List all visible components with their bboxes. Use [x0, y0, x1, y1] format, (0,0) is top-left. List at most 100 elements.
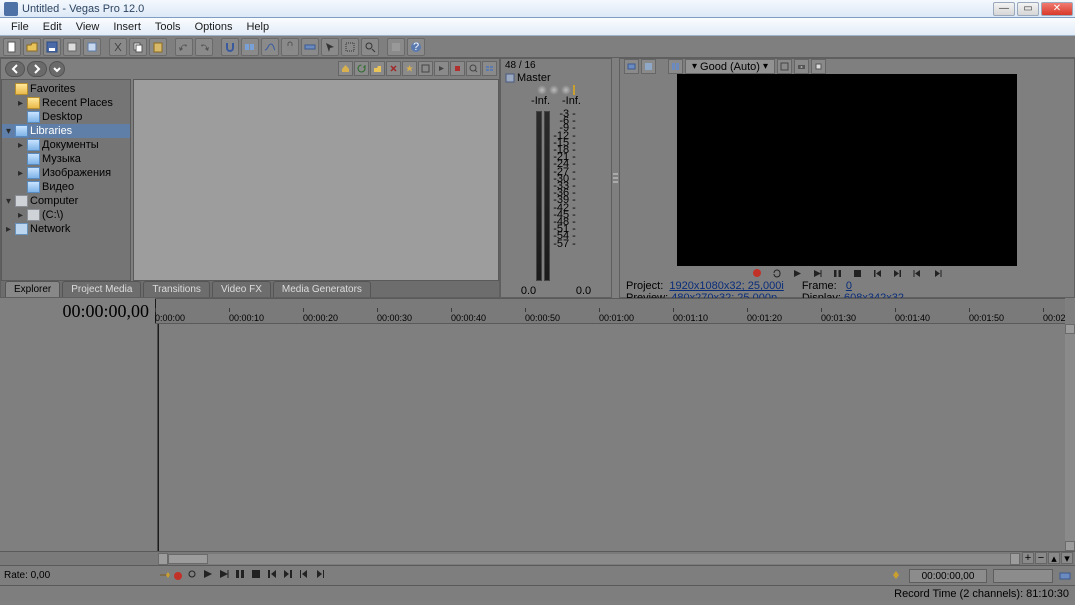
tree-item[interactable]: ▸Изображения [2, 166, 130, 180]
preview-ext-monitor-button[interactable] [624, 59, 639, 74]
tl-pause-button[interactable] [234, 568, 246, 583]
tree-item[interactable]: ▾Computer [2, 194, 130, 208]
tab-video-fx[interactable]: Video FX [212, 281, 271, 297]
render-as-button[interactable] [83, 38, 101, 56]
tree-item[interactable]: ▾Libraries [2, 124, 130, 138]
vertical-scrollbar[interactable] [1065, 324, 1075, 551]
maximize-button[interactable]: ▭ [1017, 2, 1039, 16]
auto-crossfade-button[interactable] [261, 38, 279, 56]
normal-edit-button[interactable] [321, 38, 339, 56]
mixer-dim-button[interactable] [561, 85, 571, 95]
mixer-solo-button[interactable] [549, 85, 559, 95]
preview-snapshot-button[interactable] [794, 59, 809, 74]
ignore-grouping-button[interactable] [301, 38, 319, 56]
tab-media-generators[interactable]: Media Generators [273, 281, 371, 297]
tl-go-end-button[interactable] [282, 568, 294, 583]
selection-edit-button[interactable] [341, 38, 359, 56]
preview-quality-combo[interactable]: ▾ Good (Auto) ▾ [685, 59, 775, 74]
home-button[interactable] [338, 61, 353, 76]
nav-history-button[interactable] [49, 61, 65, 77]
zoom-out-v-button[interactable]: ▾ [1061, 552, 1073, 564]
delete-button[interactable] [386, 61, 401, 76]
region-view-button[interactable] [466, 61, 481, 76]
nav-forward-button[interactable] [27, 61, 47, 77]
transport-timecode[interactable]: 00:00:00,00 [909, 569, 987, 583]
track-lane-area[interactable] [158, 324, 1065, 551]
preview-play-start-button[interactable] [790, 266, 804, 280]
preview-record-button[interactable] [750, 266, 764, 280]
view-button[interactable] [418, 61, 433, 76]
new-project-button[interactable] [3, 38, 21, 56]
save-button[interactable] [43, 38, 61, 56]
snap-button[interactable] [221, 38, 239, 56]
paste-button[interactable] [149, 38, 167, 56]
timeline-ruler[interactable]: 0:00:0000:00:1000:00:2000:00:3000:00:400… [155, 298, 1065, 324]
tool-1-button[interactable] [387, 38, 405, 56]
tree-item[interactable]: ▸(C:\) [2, 208, 130, 222]
preview-split-button[interactable] [668, 59, 683, 74]
nav-back-button[interactable] [5, 61, 25, 77]
preview-stop-button[interactable] [450, 61, 465, 76]
refresh-button[interactable] [354, 61, 369, 76]
preview-overlay-button[interactable] [777, 59, 792, 74]
preview-go-end-button[interactable] [890, 266, 904, 280]
zoom-out-h-button[interactable]: − [1035, 552, 1047, 564]
tree-item[interactable]: Видео [2, 180, 130, 194]
project-value[interactable]: 1920x1080x32; 25,000i [669, 280, 783, 292]
preview-stop-button[interactable] [850, 266, 864, 280]
tab-project-media[interactable]: Project Media [62, 281, 141, 297]
tab-explorer[interactable]: Explorer [5, 281, 60, 297]
scrub-control[interactable] [158, 570, 170, 582]
autoplay-button[interactable] [434, 61, 449, 76]
copy-button[interactable] [129, 38, 147, 56]
folder-tree[interactable]: Favorites▸Recent PlacesDesktop▾Libraries… [1, 79, 131, 281]
fit-zoom-button[interactable] [1059, 570, 1071, 582]
tl-next-frame-button[interactable] [314, 568, 326, 583]
tl-record-button[interactable] [174, 572, 182, 580]
help-button[interactable]: ? [407, 38, 425, 56]
file-list[interactable] [133, 79, 499, 281]
track-header-area[interactable] [0, 324, 158, 551]
transport-selection-start[interactable] [993, 569, 1053, 583]
tl-play-start-button[interactable] [202, 568, 214, 583]
zoom-in-h-button[interactable]: + [1022, 552, 1034, 564]
preview-prev-frame-button[interactable] [910, 266, 924, 280]
preview-loop-button[interactable] [770, 266, 784, 280]
preview-copy-button[interactable] [811, 59, 826, 74]
mixer-mute-button[interactable] [537, 85, 547, 95]
tl-go-start-button[interactable] [266, 568, 278, 583]
preview-go-start-button[interactable] [870, 266, 884, 280]
preview-play-button[interactable] [810, 266, 824, 280]
tl-play-button[interactable] [218, 568, 230, 583]
tl-loop-button[interactable] [186, 568, 198, 583]
zoom-in-v-button[interactable]: ▴ [1048, 552, 1060, 564]
splitter-handle[interactable] [612, 58, 619, 298]
tab-transitions[interactable]: Transitions [143, 281, 210, 297]
minimize-button[interactable]: — [993, 2, 1015, 16]
preview-next-frame-button[interactable] [930, 266, 944, 280]
tree-item[interactable]: ▸Recent Places [2, 96, 130, 110]
tl-stop-button[interactable] [250, 568, 262, 583]
tree-item[interactable]: Favorites [2, 82, 130, 96]
menu-options[interactable]: Options [188, 19, 240, 35]
fav-add-button[interactable] [402, 61, 417, 76]
preview-output-fx-button[interactable] [641, 59, 656, 74]
preview-pause-button[interactable] [830, 266, 844, 280]
tree-item[interactable]: ▸Network [2, 222, 130, 236]
close-button[interactable]: ✕ [1041, 2, 1073, 16]
timeline-timecode[interactable]: 00:00:00,00 [0, 301, 155, 322]
tl-prev-frame-button[interactable] [298, 568, 310, 583]
lock-envelopes-button[interactable] [281, 38, 299, 56]
marker-icon[interactable] [891, 570, 903, 582]
menu-view[interactable]: View [69, 19, 107, 35]
playhead-line[interactable] [158, 324, 159, 551]
mixer-fader-icon[interactable] [573, 85, 575, 95]
redo-button[interactable] [195, 38, 213, 56]
menu-file[interactable]: File [4, 19, 36, 35]
cut-button[interactable] [109, 38, 127, 56]
properties-button[interactable] [63, 38, 81, 56]
tree-item[interactable]: Музыка [2, 152, 130, 166]
menu-edit[interactable]: Edit [36, 19, 69, 35]
menu-insert[interactable]: Insert [106, 19, 148, 35]
menu-tools[interactable]: Tools [148, 19, 188, 35]
